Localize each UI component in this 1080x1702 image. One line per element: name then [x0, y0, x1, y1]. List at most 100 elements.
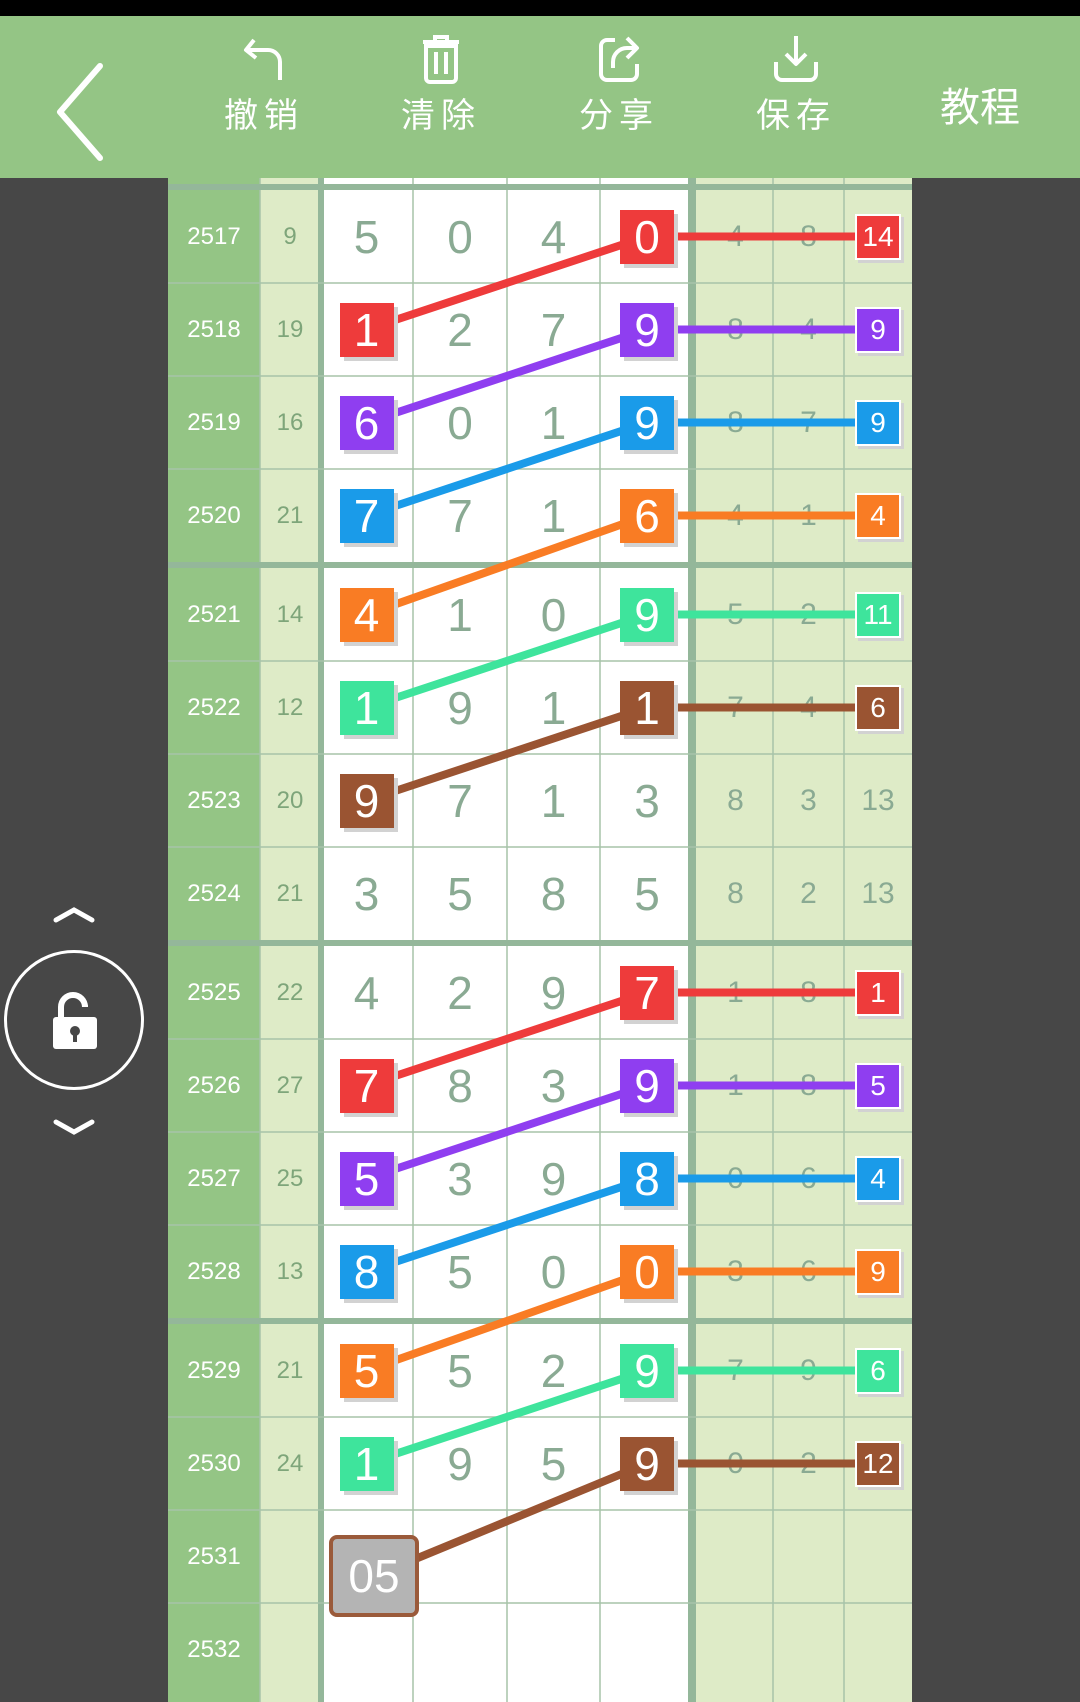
highlighted-digit[interactable]: 0	[620, 209, 674, 264]
period-number: 2518	[187, 315, 241, 343]
save-label: 保存	[756, 96, 836, 136]
sum-value: 13	[276, 1257, 304, 1285]
chevron-down-icon[interactable]	[50, 1116, 98, 1140]
highlighted-stat[interactable]: 6	[855, 1347, 901, 1394]
digit-cell: 8	[447, 1059, 473, 1112]
clear-button[interactable]: 清除	[376, 32, 506, 162]
digit-cell: 9	[540, 966, 567, 1019]
stat-cell: 8	[727, 312, 744, 346]
digit-cell: 0	[447, 396, 473, 449]
highlighted-stat[interactable]: 9	[855, 1248, 901, 1295]
sum-value: 21	[276, 1356, 304, 1384]
highlighted-stat[interactable]: 9	[855, 306, 901, 353]
stat-cell	[844, 1603, 912, 1696]
digit-cell: 2	[447, 966, 473, 1019]
stat-cell: 8	[800, 1068, 817, 1102]
lock-toggle-button[interactable]	[4, 950, 144, 1090]
period-number: 2531	[187, 1542, 241, 1570]
stat-cell: 1	[727, 975, 744, 1009]
highlighted-digit[interactable]: 1	[339, 302, 394, 357]
digit-cell: 9	[447, 681, 473, 734]
chevron-up-icon[interactable]	[50, 902, 98, 926]
undo-button[interactable]: 撤销	[199, 32, 329, 162]
highlighted-digit[interactable]: 8	[339, 1244, 394, 1299]
highlighted-stat[interactable]: 1	[855, 969, 901, 1016]
stat-cell	[698, 1603, 773, 1696]
digit-cell	[600, 1603, 694, 1696]
highlighted-digit[interactable]: 9	[620, 1436, 674, 1491]
period-number: 2521	[187, 600, 241, 628]
highlighted-stat[interactable]: 4	[855, 492, 901, 539]
highlighted-stat[interactable]: 9	[855, 399, 901, 446]
highlighted-stat[interactable]: 14	[855, 213, 901, 260]
stat-cell: 13	[861, 783, 895, 817]
highlighted-digit[interactable]: 5	[339, 1343, 394, 1398]
highlighted-digit[interactable]: 1	[339, 680, 394, 735]
highlighted-digit[interactable]: 6	[339, 395, 394, 450]
highlighted-stat[interactable]: 12	[855, 1440, 901, 1487]
stat-cell: 8	[727, 405, 744, 439]
stat-cell: 9	[800, 1353, 817, 1387]
digit-input-box[interactable]: 05	[329, 1535, 419, 1617]
highlighted-digit[interactable]: 8	[620, 1151, 674, 1206]
highlighted-digit[interactable]: 9	[620, 1343, 674, 1398]
period-number: 2522	[187, 693, 241, 721]
highlighted-digit[interactable]: 9	[339, 773, 394, 828]
digit-cell: 0	[540, 588, 567, 641]
download-icon	[774, 36, 818, 82]
digit-cell	[507, 1603, 600, 1696]
period-number: 2523	[187, 786, 241, 814]
highlighted-digit[interactable]: 9	[620, 1058, 674, 1113]
highlighted-digit[interactable]: 9	[620, 587, 674, 642]
chart-board: 2517 9 5 0 4 4 8 2518 19 2 7 8 4 2519 16 0 1 8 7 2520 21 7 1 4 1…	[168, 178, 912, 1702]
stat-cell: 3	[727, 1254, 744, 1288]
digit-cell: 1	[540, 681, 567, 734]
stat-cell: 0	[727, 1446, 744, 1480]
undo-label: 撤销	[224, 96, 304, 136]
period-number: 2529	[187, 1356, 241, 1384]
stat-cell: 0	[727, 1161, 744, 1195]
highlighted-digit[interactable]: 9	[620, 395, 674, 450]
period-number: 2532	[187, 1635, 241, 1663]
highlighted-stat[interactable]: 4	[855, 1155, 901, 1202]
highlighted-digit[interactable]: 1	[620, 680, 674, 735]
digit-cell: 7	[447, 489, 473, 542]
period-number: 2530	[187, 1449, 241, 1477]
share-icon	[599, 36, 639, 82]
period-number: 2519	[187, 408, 241, 436]
digit-cell: 3	[447, 1152, 473, 1205]
digit-cell: 5	[540, 1437, 567, 1490]
digit-cell: 1	[540, 774, 567, 827]
digit-cell: 5	[634, 867, 660, 920]
highlighted-digit[interactable]: 0	[620, 1244, 674, 1299]
highlighted-stat[interactable]: 6	[855, 684, 901, 731]
highlighted-digit[interactable]: 7	[339, 488, 394, 543]
stat-cell	[698, 1510, 773, 1603]
highlighted-digit[interactable]: 5	[339, 1151, 394, 1206]
digit-cell: 2	[447, 303, 473, 356]
highlighted-digit[interactable]: 7	[339, 1058, 394, 1113]
sum-value: 9	[283, 222, 297, 250]
highlighted-digit[interactable]: 6	[620, 488, 674, 543]
digit-cell: 5	[447, 867, 473, 920]
save-button[interactable]: 保存	[731, 32, 861, 162]
share-label: 分享	[579, 96, 659, 136]
digit-cell	[507, 1510, 600, 1603]
digit-cell: 4	[540, 210, 567, 263]
unlock-icon	[53, 992, 97, 1049]
stat-cell: 6	[800, 1161, 817, 1195]
highlighted-digit[interactable]: 1	[339, 1436, 394, 1491]
period-number: 2520	[187, 501, 241, 529]
highlighted-digit[interactable]: 4	[339, 587, 394, 642]
share-button[interactable]: 分享	[554, 32, 684, 162]
highlighted-stat[interactable]: 5	[855, 1062, 901, 1109]
tutorial-button[interactable]: 教程	[920, 64, 1040, 144]
period-number: 2525	[187, 978, 241, 1006]
highlighted-digit[interactable]: 9	[620, 302, 674, 357]
back-button[interactable]	[40, 46, 120, 166]
highlighted-digit[interactable]: 7	[620, 965, 674, 1020]
chevron-left-icon	[57, 63, 103, 161]
period-number: 2528	[187, 1257, 241, 1285]
stat-cell: 3	[800, 783, 817, 817]
highlighted-stat[interactable]: 11	[855, 591, 901, 638]
